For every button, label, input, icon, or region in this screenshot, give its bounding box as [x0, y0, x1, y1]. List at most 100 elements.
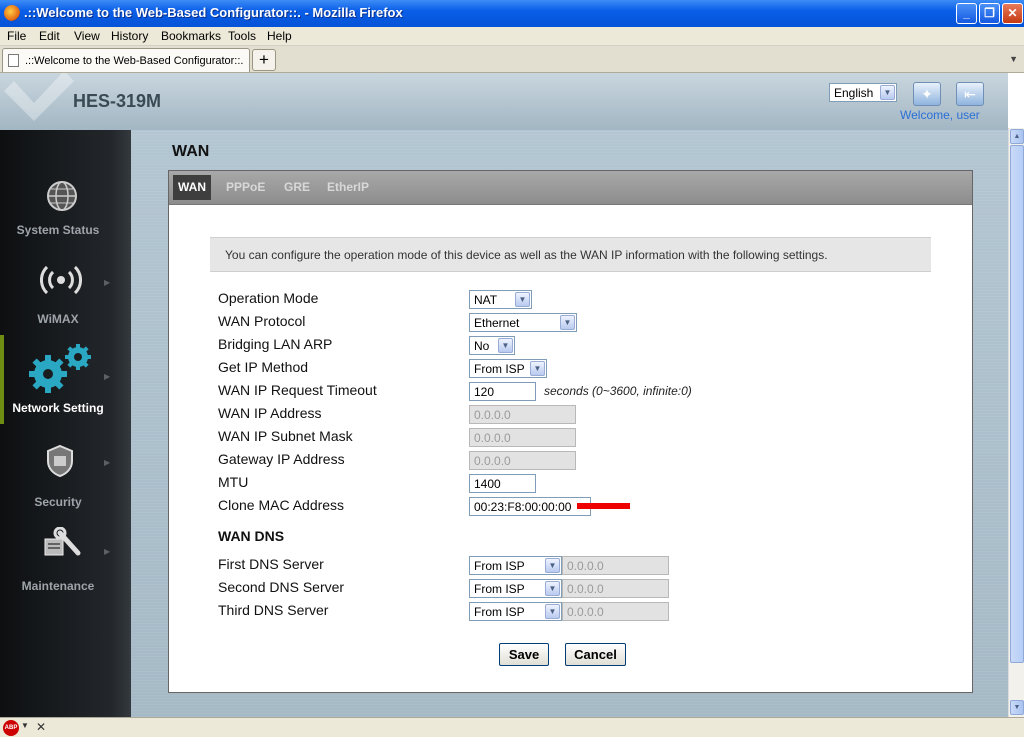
wan-ip-input[interactable]: 0.0.0.0: [469, 405, 576, 424]
third-dns-input[interactable]: 0.0.0.0: [562, 602, 669, 621]
chevron-down-icon: ▼: [498, 338, 513, 353]
gateway-label: Gateway IP Address: [218, 451, 345, 467]
wan-ip-value: 0.0.0.0: [474, 408, 511, 422]
gateway-value: 0.0.0.0: [474, 454, 511, 468]
sidebar-item-maintenance[interactable]: ▶ Maintenance: [0, 525, 131, 614]
mtu-value: 1400: [474, 477, 501, 491]
chevron-right-icon: ▶: [104, 547, 111, 556]
sidebar-item-security[interactable]: ▶ Security: [0, 440, 131, 529]
save-button[interactable]: Save: [499, 643, 549, 666]
sidebar: System Status ▶ WiMAX ▶ Network Setting …: [0, 130, 131, 717]
subnet-mask-input[interactable]: 0.0.0.0: [469, 428, 576, 447]
first-dns-input[interactable]: 0.0.0.0: [562, 556, 669, 575]
sidebar-item-label: WiMAX: [37, 312, 79, 326]
menu-bar: File Edit View History Bookmarks Tools H…: [0, 27, 1024, 46]
second-dns-input[interactable]: 0.0.0.0: [562, 579, 669, 598]
mtu-input[interactable]: 1400: [469, 474, 536, 493]
globe-icon: [47, 181, 77, 211]
sidebar-item-network-setting[interactable]: ▶ Network Setting: [0, 335, 131, 424]
language-value: English: [834, 86, 874, 100]
menu-bookmarks[interactable]: Bookmarks: [161, 29, 221, 43]
chevron-down-icon: ▼: [560, 315, 575, 330]
timeout-unit-hint: seconds (0~3600, infinite:0): [544, 384, 692, 398]
settings-panel: WAN PPPoE GRE EtherIP You can configure …: [168, 170, 973, 693]
product-name: HES-319M: [73, 91, 162, 111]
wan-protocol-select[interactable]: Ethernet ▼: [469, 313, 577, 332]
scroll-down-icon[interactable]: ▼: [1010, 700, 1024, 715]
get-ip-method-select[interactable]: From ISP ▼: [469, 359, 547, 378]
third-dns-method-select[interactable]: From ISP ▼: [469, 602, 562, 621]
chevron-down-icon: ▼: [515, 292, 530, 307]
chevron-down-icon: ▼: [545, 581, 560, 596]
tab-list-icon[interactable]: ▼: [1009, 54, 1018, 64]
mtu-label: MTU: [218, 474, 249, 490]
tab-etherip[interactable]: EtherIP: [322, 175, 374, 200]
menu-edit[interactable]: Edit: [39, 29, 60, 43]
operation-mode-label: Operation Mode: [218, 290, 319, 306]
info-box: You can configure the operation mode of …: [210, 237, 931, 272]
wizard-button[interactable]: ✦: [913, 82, 941, 106]
request-timeout-input[interactable]: 120: [469, 382, 536, 401]
gateway-input[interactable]: 0.0.0.0: [469, 451, 576, 470]
magic-wand-icon: ✦: [921, 86, 933, 102]
new-tab-button[interactable]: +: [252, 49, 276, 71]
scroll-up-icon[interactable]: ▲: [1010, 129, 1024, 144]
sidebar-item-wimax[interactable]: ▶ WiMAX: [0, 255, 131, 344]
bridging-lan-arp-select[interactable]: No ▼: [469, 336, 515, 355]
get-ip-method-value: From ISP: [474, 362, 525, 376]
menu-history[interactable]: History: [111, 29, 148, 43]
page-title: WAN: [172, 143, 210, 160]
language-select[interactable]: English ▼: [829, 83, 897, 102]
page-header: HES-319M English ▼ ✦ ⇤ Welcome, user: [0, 73, 1008, 130]
bridging-lan-arp-label: Bridging LAN ARP: [218, 336, 333, 352]
menu-help[interactable]: Help: [267, 29, 292, 43]
main-content: WAN WAN PPPoE GRE EtherIP You can config…: [131, 130, 1008, 717]
first-dns-label: First DNS Server: [218, 556, 324, 572]
adblock-menu-icon[interactable]: ▼: [21, 721, 29, 730]
scrollbar-thumb[interactable]: [1010, 145, 1024, 663]
operation-mode-select[interactable]: NAT ▼: [469, 290, 532, 309]
menu-file[interactable]: File: [7, 29, 26, 43]
clone-mac-input[interactable]: 00:23:F8:00:00:00: [469, 497, 591, 516]
first-dns-method-select[interactable]: From ISP ▼: [469, 556, 562, 575]
wan-protocol-value: Ethernet: [474, 316, 520, 330]
second-dns-method-value: From ISP: [474, 582, 525, 596]
browser-tab-title: .::Welcome to the Web-Based Configurator…: [25, 55, 244, 67]
window-titlebar: .::Welcome to the Web-Based Configurator…: [0, 0, 1024, 27]
info-text: You can configure the operation mode of …: [225, 248, 828, 262]
gears-icon: [29, 344, 91, 393]
minimize-button[interactable]: _: [956, 3, 977, 24]
menu-tools[interactable]: Tools: [228, 29, 256, 43]
maximize-button[interactable]: ❐: [979, 3, 1000, 24]
sidebar-item-label: Security: [34, 495, 82, 509]
vertical-scrollbar[interactable]: ▲ ▼: [1008, 128, 1024, 717]
close-button[interactable]: ✕: [1002, 3, 1023, 24]
firefox-icon: [4, 5, 20, 21]
request-timeout-value: 120: [474, 385, 495, 399]
bridging-lan-arp-value: No: [474, 339, 490, 353]
wireless-icon: [40, 265, 82, 295]
second-dns-label: Second DNS Server: [218, 579, 345, 595]
get-ip-method-label: Get IP Method: [218, 359, 309, 375]
tab-wan[interactable]: WAN: [173, 175, 211, 200]
red-annotation-mark: [577, 503, 630, 509]
welcome-text: Welcome, user: [900, 108, 980, 122]
subnet-mask-value: 0.0.0.0: [474, 431, 511, 445]
menu-view[interactable]: View: [74, 29, 100, 43]
cancel-button[interactable]: Cancel: [565, 643, 626, 666]
sidebar-item-system-status[interactable]: System Status: [0, 130, 131, 237]
browser-tab[interactable]: .::Welcome to the Web-Based Configurator…: [2, 48, 250, 72]
window-title: .::Welcome to the Web-Based Configurator…: [24, 5, 403, 20]
adblock-icon[interactable]: ABP: [3, 720, 19, 736]
tab-gre[interactable]: GRE: [279, 175, 315, 200]
logout-button[interactable]: ⇤: [956, 82, 984, 106]
chevron-down-icon: ▼: [530, 361, 545, 376]
second-dns-method-select[interactable]: From ISP ▼: [469, 579, 562, 598]
logout-icon: ⇤: [964, 86, 976, 102]
operation-mode-value: NAT: [474, 293, 498, 307]
status-bar: ABP ▼ ✕: [0, 717, 1024, 737]
close-icon[interactable]: ✕: [36, 720, 46, 734]
chevron-down-icon: ▼: [880, 85, 895, 100]
tab-pppoe[interactable]: PPPoE: [221, 175, 270, 200]
third-dns-label: Third DNS Server: [218, 602, 329, 618]
